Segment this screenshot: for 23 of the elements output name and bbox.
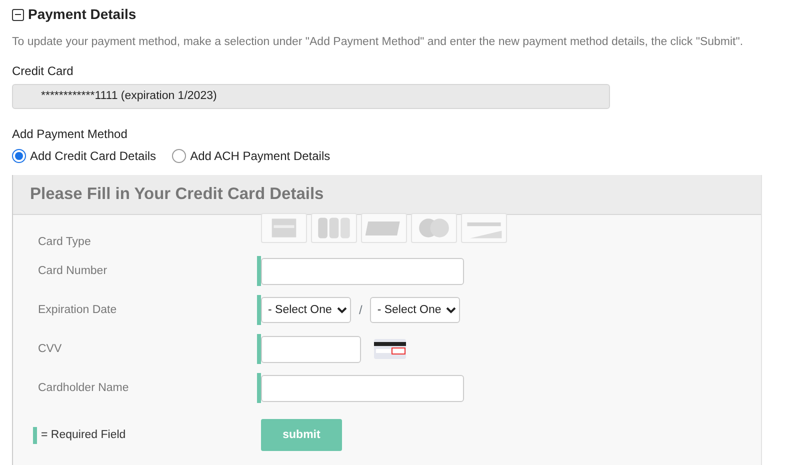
separator-text: / (359, 302, 362, 320)
radio-option[interactable]: Add ACH Payment Details (172, 146, 330, 165)
field-label: CVV (38, 342, 62, 355)
field-label: Add Payment Method (12, 126, 128, 141)
section-title: Payment Details (28, 5, 136, 24)
dropdown[interactable]: - Select One (261, 297, 351, 324)
field-label: Expiration Date (38, 304, 117, 316)
card-back-icon (373, 338, 407, 360)
required-marker (33, 426, 37, 444)
field-label: Cardholder Name (38, 382, 129, 394)
legend-text: = Required Field (41, 428, 126, 443)
collapse-icon[interactable] (12, 8, 24, 20)
radio-option[interactable]: Add Credit Card Details (12, 146, 156, 165)
panel-title: Please Fill in Your Credit Card Details (30, 184, 324, 203)
description: To update your payment method, make a selection under "Add Payment Method" and enter the new payment method details, the click "Submit". (12, 35, 744, 50)
dropdown[interactable]: - Select One (370, 297, 460, 324)
field-label: Card Type (38, 236, 91, 248)
text-field[interactable] (261, 258, 464, 285)
field-label: Card Number (38, 264, 108, 277)
field-label: Credit Card (12, 64, 74, 78)
card-on-file-field: ************1111 (expiration 1/2023) (12, 84, 610, 109)
text-field[interactable] (261, 374, 464, 402)
cvv-field[interactable] (261, 336, 361, 363)
